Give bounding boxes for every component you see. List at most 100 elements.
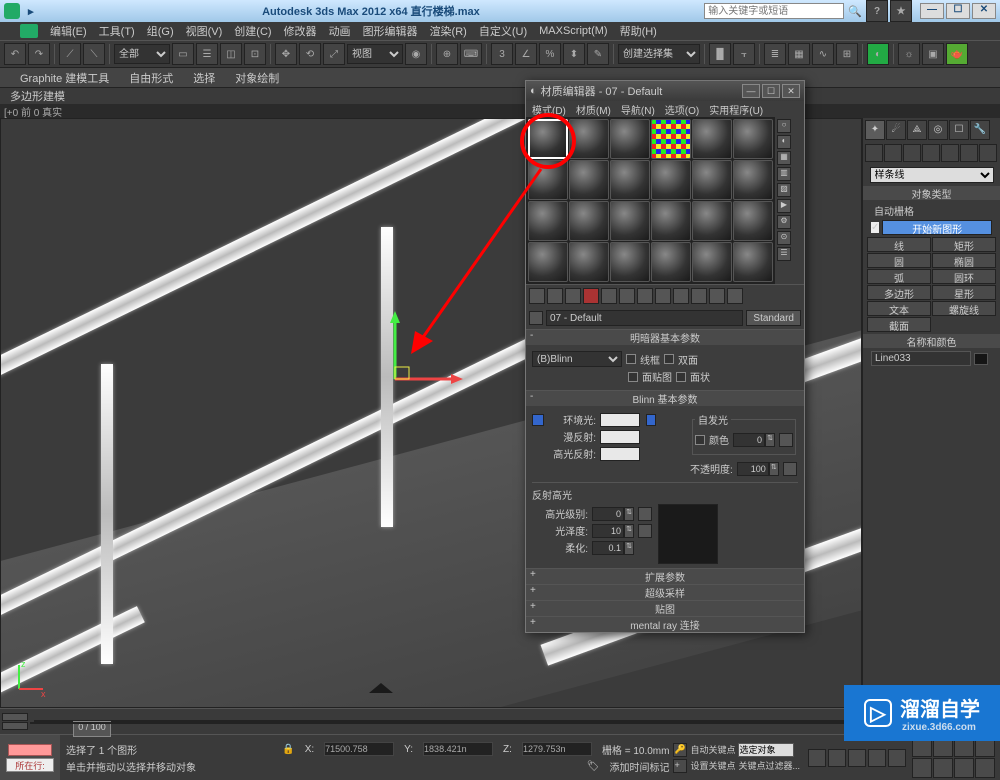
maximize-vp-icon[interactable]	[975, 758, 995, 778]
menu-animation[interactable]: 动画	[329, 23, 351, 39]
material-type-button[interactable]: Standard	[746, 310, 801, 326]
matedit-menu-nav[interactable]: 导航(N)	[621, 102, 655, 117]
scale-icon[interactable]: ⤢	[323, 43, 345, 65]
mat-slot[interactable]	[692, 242, 732, 282]
script-mini-bar[interactable]	[8, 744, 52, 756]
shape-category-drop[interactable]: 样条线	[870, 167, 994, 183]
coord-x[interactable]	[324, 742, 394, 756]
keyfilter-button[interactable]: 关键点过滤器...	[738, 759, 800, 772]
refcoord-drop[interactable]: 视图	[347, 44, 403, 64]
spinner-icon[interactable]: ⇅	[765, 433, 775, 447]
cameras-subtab[interactable]	[922, 144, 940, 162]
menu-rendering[interactable]: 渲染(R)	[430, 23, 467, 39]
setkey-button[interactable]: 设置关键点	[690, 759, 735, 772]
create-tab[interactable]: ✦	[865, 120, 885, 140]
rollout-extended[interactable]: 扩展参数	[526, 568, 804, 584]
graphite-icon[interactable]: ▦	[788, 43, 810, 65]
specular-swatch[interactable]	[600, 447, 640, 461]
redo-icon[interactable]: ↷	[28, 43, 50, 65]
select-by-mat-icon[interactable]: ⊙	[777, 231, 791, 245]
menu-help[interactable]: 帮助(H)	[620, 23, 657, 39]
mat-slot[interactable]	[610, 119, 650, 159]
btn-line[interactable]: 线	[867, 237, 931, 252]
app-menu-icon[interactable]	[20, 24, 38, 38]
wire-check[interactable]	[626, 354, 636, 364]
menu-tools[interactable]: 工具(T)	[99, 23, 135, 39]
ribbon-tab-graphite[interactable]: Graphite 建模工具	[20, 70, 109, 86]
schematic-icon[interactable]: ⊞	[836, 43, 858, 65]
show-end-icon[interactable]	[691, 288, 707, 304]
render-icon[interactable]: 🫖	[946, 43, 968, 65]
ribbon-tab-select[interactable]: 选择	[193, 70, 215, 86]
opacity-map-slot[interactable]	[783, 462, 797, 476]
utilities-tab[interactable]: 🔧	[970, 120, 990, 140]
goto-end-icon[interactable]	[888, 749, 906, 767]
coord-z[interactable]	[522, 742, 592, 756]
soften-value[interactable]	[592, 541, 624, 555]
prev-frame-icon[interactable]	[828, 749, 846, 767]
play-icon[interactable]	[848, 749, 866, 767]
helpers-subtab[interactable]	[941, 144, 959, 162]
namecolor-header[interactable]: 名称和颜色	[863, 334, 1000, 348]
matedit-close[interactable]: ✕	[782, 84, 800, 98]
matedit-min[interactable]: —	[742, 84, 760, 98]
assign-to-sel-icon[interactable]	[565, 288, 581, 304]
matmap-nav-icon[interactable]: ☰	[777, 247, 791, 261]
pivot-icon[interactable]: ◉	[405, 43, 427, 65]
search-input[interactable]	[704, 3, 844, 19]
mat-slot[interactable]	[651, 201, 691, 241]
coord-y[interactable]	[423, 742, 493, 756]
objtype-header[interactable]: 对象类型	[863, 186, 1000, 200]
geometry-subtab[interactable]	[865, 144, 883, 162]
btn-ngon[interactable]: 多边形	[867, 285, 931, 300]
viewport-label[interactable]: [+0 前 0 真实	[0, 104, 1000, 118]
btn-text[interactable]: 文本	[867, 301, 931, 316]
put-to-lib-icon[interactable]	[637, 288, 653, 304]
space-subtab[interactable]	[960, 144, 978, 162]
menu-grapheditors[interactable]: 图形编辑器	[363, 23, 418, 39]
align-icon[interactable]: ⫟	[733, 43, 755, 65]
help-icon[interactable]: ?	[866, 0, 888, 22]
menu-maxscript[interactable]: MAXScript(M)	[539, 25, 607, 37]
next-frame-icon[interactable]	[868, 749, 886, 767]
motion-tab[interactable]: ◎	[928, 120, 948, 140]
menu-customize[interactable]: 自定义(U)	[479, 23, 527, 39]
selfillum-value[interactable]	[733, 433, 765, 447]
mat-slot[interactable]	[692, 119, 732, 159]
goto-start-icon[interactable]	[808, 749, 826, 767]
mat-slot[interactable]	[610, 160, 650, 200]
modify-tab[interactable]: ☄	[886, 120, 906, 140]
facemap-check[interactable]	[628, 372, 638, 382]
snap-angle-icon[interactable]: ∠	[515, 43, 537, 65]
rollout-mentalray[interactable]: mental ray 连接	[526, 616, 804, 632]
snap-spinner-icon[interactable]: ⬍	[563, 43, 585, 65]
btn-donut[interactable]: 圆环	[932, 269, 996, 284]
ambient-swatch[interactable]	[600, 413, 640, 427]
fov-icon[interactable]	[912, 758, 932, 778]
mat-slot[interactable]	[733, 119, 773, 159]
bg-icon[interactable]: ▦	[777, 151, 791, 165]
video-check-icon[interactable]: ▨	[777, 183, 791, 197]
display-tab[interactable]: ☐	[949, 120, 969, 140]
menu-group[interactable]: 组(G)	[147, 23, 174, 39]
select-icon[interactable]: ▭	[172, 43, 194, 65]
undo-icon[interactable]: ↶	[4, 43, 26, 65]
make-unique-icon[interactable]	[619, 288, 635, 304]
show-in-vp-icon[interactable]	[673, 288, 689, 304]
startshape-button[interactable]: 开始新图形	[882, 220, 992, 235]
diffuse-swatch[interactable]	[600, 430, 640, 444]
mat-slot[interactable]	[692, 160, 732, 200]
speclevel-map-slot[interactable]	[638, 507, 652, 521]
spinner-icon[interactable]: ⇅	[624, 524, 634, 538]
snap-percent-icon[interactable]: %	[539, 43, 561, 65]
unlink-icon[interactable]: ⟍	[83, 43, 105, 65]
faceted-check[interactable]	[676, 372, 686, 382]
rotate-icon[interactable]: ⟲	[299, 43, 321, 65]
speclevel-value[interactable]	[592, 507, 624, 521]
rendersetup-icon[interactable]: ☼	[898, 43, 920, 65]
rollout-shader[interactable]: 明暗器基本参数	[526, 329, 804, 345]
mat-slot[interactable]	[610, 242, 650, 282]
snap-3-icon[interactable]: 3	[491, 43, 513, 65]
opacity-value[interactable]	[737, 462, 769, 476]
lock-ambient-icon[interactable]	[532, 414, 544, 426]
